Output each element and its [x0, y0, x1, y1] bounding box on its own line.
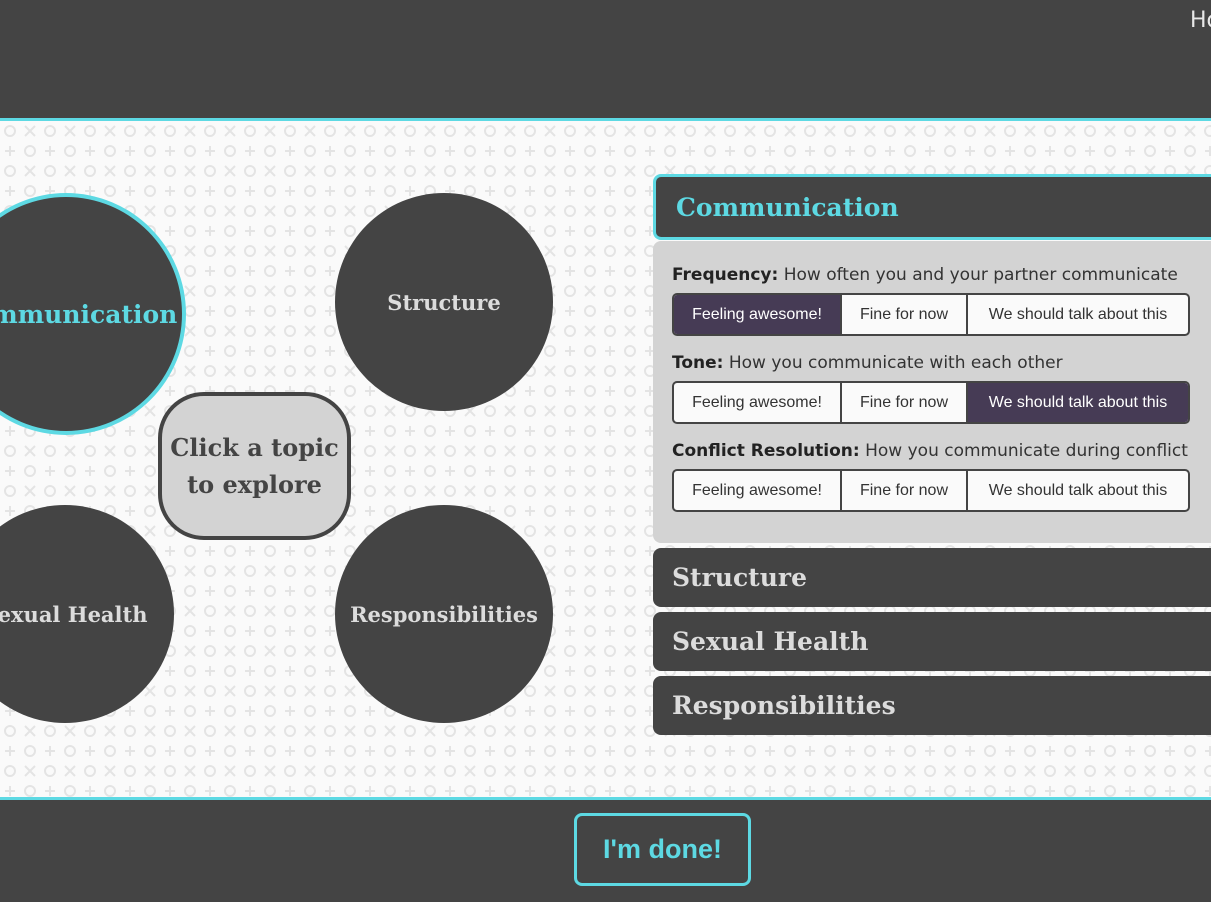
question-frequency-text: How often you and your partner communica… [783, 265, 1178, 285]
center-prompt-line2: to explore [187, 470, 322, 499]
question-tone: Tone: How you communicate with each othe… [672, 353, 1063, 373]
option-talk-about-this[interactable]: We should talk about this [968, 295, 1188, 334]
done-button-label: I'm done! [603, 834, 722, 864]
question-frequency: Frequency: How often you and your partne… [672, 265, 1178, 285]
question-conflict: Conflict Resolution: How you communicate… [672, 441, 1188, 461]
option-fine-for-now[interactable]: Fine for now [842, 295, 968, 334]
footer-bar: I'm done! [0, 800, 1211, 902]
done-button[interactable]: I'm done! [574, 813, 751, 886]
header-nav-link[interactable]: Ho [1190, 8, 1211, 33]
options-tone: Feeling awesome! Fine for now We should … [672, 381, 1190, 424]
question-conflict-text: How you communicate during conflict [865, 441, 1188, 461]
panel-header-sexual-health-label: Sexual Health [672, 627, 869, 656]
question-frequency-label: Frequency: [672, 265, 779, 285]
options-conflict: Feeling awesome! Fine for now We should … [672, 469, 1190, 512]
center-prompt-line1: Click a topic [170, 433, 339, 462]
option-fine-for-now[interactable]: Fine for now [842, 471, 968, 510]
panel-header-communication-label: Communication [676, 192, 899, 222]
option-talk-about-this[interactable]: We should talk about this [968, 471, 1188, 510]
bubble-structure-label: Structure [387, 289, 501, 315]
panel-header-responsibilities[interactable]: Responsibilities [653, 676, 1211, 735]
question-conflict-label: Conflict Resolution: [672, 441, 860, 461]
bubble-structure[interactable]: Structure [335, 193, 553, 411]
header-bar: Ho [0, 0, 1211, 118]
question-tone-text: How you communicate with each other [728, 353, 1063, 373]
question-tone-label: Tone: [672, 353, 724, 373]
bubble-responsibilities-label: Responsibilities [350, 601, 538, 627]
option-feeling-awesome[interactable]: Feeling awesome! [674, 295, 842, 334]
topic-explorer: Communication Structure Sexual Health Re… [0, 118, 1211, 800]
option-fine-for-now[interactable]: Fine for now [842, 383, 968, 422]
panel-body-communication: Frequency: How often you and your partne… [653, 241, 1211, 543]
panel-header-responsibilities-label: Responsibilities [672, 691, 896, 720]
center-prompt: Click a topic to explore [158, 392, 351, 540]
panel-header-structure-label: Structure [672, 563, 807, 592]
option-talk-about-this[interactable]: We should talk about this [968, 383, 1188, 422]
option-feeling-awesome[interactable]: Feeling awesome! [674, 471, 842, 510]
panel-header-structure[interactable]: Structure [653, 548, 1211, 607]
bubble-responsibilities[interactable]: Responsibilities [335, 505, 553, 723]
bubble-sexual-health-label: Sexual Health [0, 601, 148, 627]
panel-header-communication[interactable]: Communication [653, 174, 1211, 240]
panel-header-sexual-health[interactable]: Sexual Health [653, 612, 1211, 671]
options-frequency: Feeling awesome! Fine for now We should … [672, 293, 1190, 336]
option-feeling-awesome[interactable]: Feeling awesome! [674, 383, 842, 422]
bubble-communication-label: Communication [0, 299, 178, 329]
